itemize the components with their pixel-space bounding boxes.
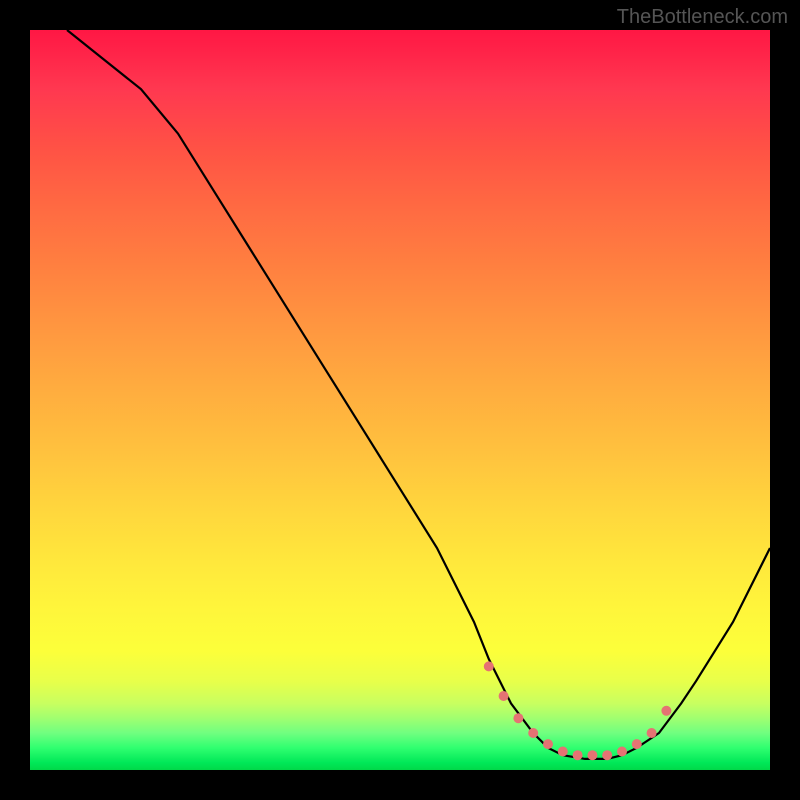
marker-dot xyxy=(632,739,642,749)
marker-dot xyxy=(528,728,538,738)
marker-dot xyxy=(602,750,612,760)
watermark-text: TheBottleneck.com xyxy=(617,6,788,29)
marker-dot xyxy=(573,750,583,760)
marker-dot xyxy=(543,739,553,749)
marker-dot xyxy=(647,728,657,738)
marker-dot xyxy=(484,661,494,671)
marker-dot xyxy=(499,691,509,701)
bottleneck-curve xyxy=(67,30,770,759)
chart-svg xyxy=(30,30,770,770)
min-region-markers xyxy=(484,661,672,760)
marker-dot xyxy=(587,750,597,760)
plot-area xyxy=(30,30,770,770)
marker-dot xyxy=(617,747,627,757)
marker-dot xyxy=(661,706,671,716)
marker-dot xyxy=(513,713,523,723)
marker-dot xyxy=(558,747,568,757)
